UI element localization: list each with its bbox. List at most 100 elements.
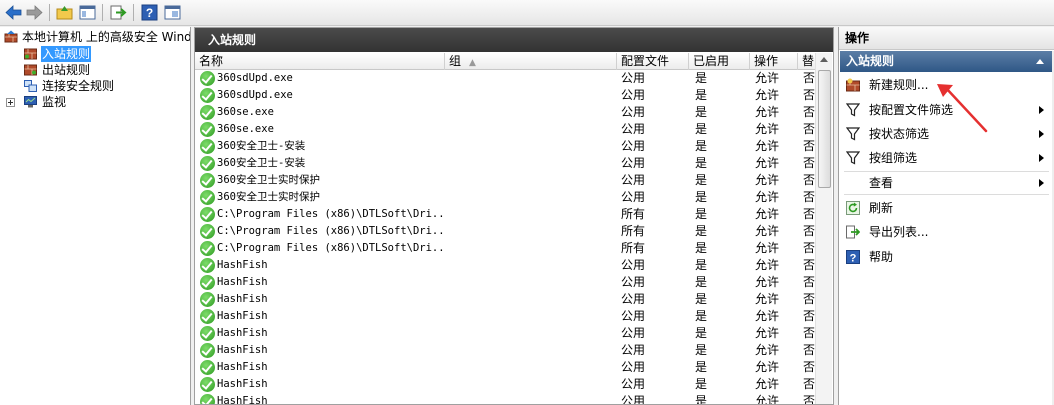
enabled-check-icon xyxy=(200,71,215,86)
action-refresh[interactable]: 刷新 xyxy=(839,197,1053,219)
rule-name: HashFish xyxy=(217,327,268,339)
table-row[interactable]: HashFish 公用是允许否 xyxy=(195,376,815,393)
tree-item-outbound-rules[interactable]: 出站规则 xyxy=(24,62,104,78)
table-row[interactable]: HashFish 公用是允许否 xyxy=(195,325,815,342)
action-help[interactable]: ? 帮助 xyxy=(839,246,1053,268)
column-header-label: 组 xyxy=(449,54,462,68)
rule-name: 360se.exe xyxy=(217,123,274,135)
pane-title: 入站规则 xyxy=(195,28,833,52)
rule-name: 360安全卫士-安装 xyxy=(217,157,306,169)
rule-profile: 所有 xyxy=(621,207,646,221)
back-arrow-icon[interactable] xyxy=(4,3,23,22)
export-icon[interactable] xyxy=(108,3,127,22)
tree-root[interactable]: 本地计算机 上的高级安全 Windows xyxy=(4,29,190,45)
rule-enabled: 是 xyxy=(695,105,708,119)
enabled-check-icon xyxy=(200,88,215,103)
table-row[interactable]: 360sdUpd.exe 公用是允许否 xyxy=(195,70,815,87)
scrollbar-thumb[interactable] xyxy=(818,70,831,188)
tree-item-inbound-rules[interactable]: 入站规则 xyxy=(24,46,104,62)
enabled-check-icon xyxy=(200,105,215,120)
table-row[interactable]: HashFish 公用是允许否 xyxy=(195,274,815,291)
forward-arrow-icon[interactable] xyxy=(25,3,44,22)
collapse-icon[interactable] xyxy=(1036,59,1044,64)
rule-profile: 公用 xyxy=(621,71,646,85)
column-header-group[interactable]: 组 ▲ xyxy=(445,53,617,70)
column-header-override[interactable]: 替 xyxy=(798,53,815,70)
action-view[interactable]: 查看 xyxy=(839,172,1053,194)
column-header-name[interactable]: 名称 xyxy=(195,53,445,70)
rule-name: 360安全卫士实时保护 xyxy=(217,191,320,203)
enabled-check-icon xyxy=(200,360,215,375)
column-header-action[interactable]: 操作 xyxy=(750,53,798,70)
toolbar: ? xyxy=(0,0,1054,26)
column-header-enabled[interactable]: 已启用 xyxy=(689,53,750,70)
properties-icon[interactable] xyxy=(163,3,182,22)
rule-action: 允许 xyxy=(755,394,780,405)
action-export-list[interactable]: 导出列表... xyxy=(839,221,1053,243)
submenu-arrow-icon xyxy=(1039,130,1044,138)
actions-section-label: 入站规则 xyxy=(846,54,895,68)
table-row[interactable]: HashFish 公用是允许否 xyxy=(195,359,815,376)
tree-item-label: 监视 xyxy=(42,95,67,109)
rule-enabled: 是 xyxy=(695,224,708,238)
column-header-label: 已启用 xyxy=(693,54,730,68)
rule-profile: 公用 xyxy=(621,139,646,153)
table-row[interactable]: 360安全卫士-安装 公用是允许否 xyxy=(195,138,815,155)
rule-enabled: 是 xyxy=(695,207,708,221)
action-filter-by-group[interactable]: 按组筛选 xyxy=(839,147,1053,169)
refresh-icon xyxy=(846,201,860,215)
tree-item-label: 入站规则 xyxy=(41,46,92,62)
rule-action: 允许 xyxy=(755,139,780,153)
expand-plus-icon[interactable] xyxy=(6,98,15,107)
submenu-arrow-icon xyxy=(1039,154,1044,162)
table-row[interactable]: 360sdUpd.exe 公用是允许否 xyxy=(195,87,815,104)
rule-name: C:\Program Files (x86)\DTLSoft\Dri... xyxy=(217,225,445,237)
rule-name: 360安全卫士实时保护 xyxy=(217,174,320,186)
column-header-profile[interactable]: 配置文件 xyxy=(617,53,689,70)
rule-action: 允许 xyxy=(755,377,780,391)
table-row[interactable]: HashFish 公用是允许否 xyxy=(195,308,815,325)
rule-profile: 公用 xyxy=(621,105,646,119)
rule-name: HashFish xyxy=(217,310,268,322)
table-row[interactable]: 360安全卫士实时保护 公用是允许否 xyxy=(195,189,815,206)
table-row[interactable]: C:\Program Files (x86)\DTLSoft\Dri... 所有 是… xyxy=(195,223,815,240)
table-row[interactable]: C:\Program Files (x86)\DTLSoft\Dri... 所有 是… xyxy=(195,206,815,223)
rule-enabled: 是 xyxy=(695,71,708,85)
table-row[interactable]: C:\Program Files (x86)\DTLSoft\Dri... 所有 是… xyxy=(195,240,815,257)
rule-enabled: 是 xyxy=(695,88,708,102)
outbound-rules-icon xyxy=(24,64,37,76)
rules-list-pane: 入站规则 名称 组 ▲ 配置文件 已启用 操作 替 360sdUpd.exe 公用是… xyxy=(194,27,834,405)
list-header: 名称 组 ▲ 配置文件 已启用 操作 替 xyxy=(195,53,815,70)
rule-action: 允许 xyxy=(755,71,780,85)
table-row[interactable]: 360se.exe 公用是允许否 xyxy=(195,104,815,121)
table-row[interactable]: HashFish 公用是允许否 xyxy=(195,342,815,359)
vertical-scrollbar[interactable] xyxy=(815,53,832,404)
rule-enabled: 是 xyxy=(695,122,708,136)
table-row[interactable]: HashFish 公用是允许否 xyxy=(195,257,815,274)
tree-root-label: 本地计算机 上的高级安全 Windows xyxy=(22,30,190,44)
rule-action: 允许 xyxy=(755,309,780,323)
help-icon[interactable]: ? xyxy=(140,3,159,22)
rule-action: 允许 xyxy=(755,241,780,255)
rule-name: HashFish xyxy=(217,361,268,373)
actions-section-header[interactable]: 入站规则 xyxy=(840,51,1054,72)
show-hide-tree-icon[interactable] xyxy=(78,3,97,22)
tree-item-connection-security-rules[interactable]: 连接安全规则 xyxy=(24,78,124,94)
rule-action: 允许 xyxy=(755,258,780,272)
scroll-up-icon[interactable] xyxy=(820,57,828,62)
rule-name: 360se.exe xyxy=(217,106,274,118)
rule-action: 允许 xyxy=(755,173,780,187)
up-folder-icon[interactable] xyxy=(55,3,74,22)
table-row[interactable]: 360安全卫士-安装 公用是允许否 xyxy=(195,155,815,172)
tree-item-monitoring[interactable]: 监视 xyxy=(6,94,106,110)
rule-profile: 公用 xyxy=(621,173,646,187)
rule-profile: 公用 xyxy=(621,343,646,357)
rule-profile: 公用 xyxy=(621,122,646,136)
table-row[interactable]: HashFish 公用是允许否 xyxy=(195,393,815,405)
tree-item-label: 连接安全规则 xyxy=(42,79,115,93)
table-row[interactable]: 360se.exe 公用是允许否 xyxy=(195,121,815,138)
table-row[interactable]: HashFish 公用是允许否 xyxy=(195,291,815,308)
table-row[interactable]: 360安全卫士实时保护 公用是允许否 xyxy=(195,172,815,189)
column-header-label: 操作 xyxy=(754,54,779,68)
rule-profile: 公用 xyxy=(621,394,646,405)
